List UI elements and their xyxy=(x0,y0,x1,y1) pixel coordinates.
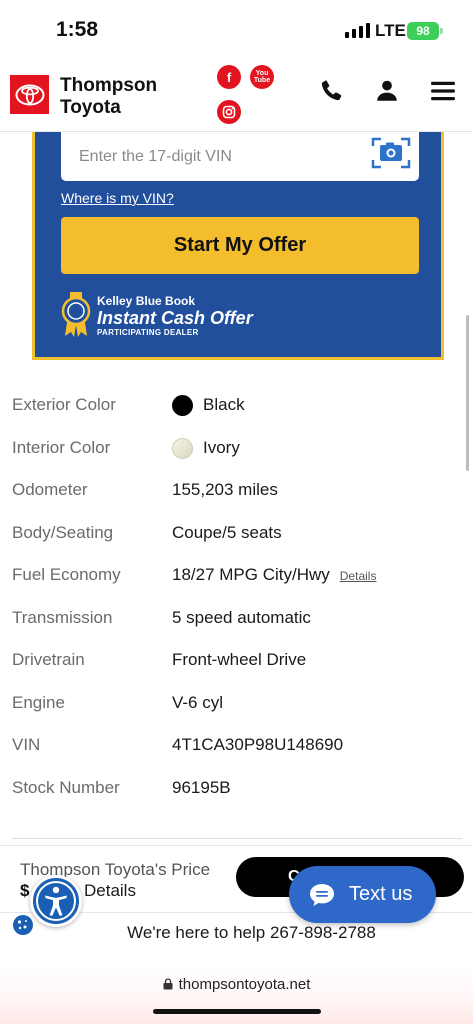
spec-label: Interior Color xyxy=(12,437,111,457)
signal-icon xyxy=(345,23,370,38)
facebook-icon[interactable]: f xyxy=(217,65,241,89)
spec-label: Engine xyxy=(12,692,65,712)
vin-input[interactable] xyxy=(61,132,419,181)
youtube-glyph: You Tube xyxy=(253,70,271,84)
chat-bubble-icon xyxy=(310,884,334,906)
toyota-logo[interactable] xyxy=(10,75,49,114)
interior-color-swatch xyxy=(172,437,193,459)
facebook-glyph: f xyxy=(226,69,232,85)
spec-value: Coupe/5 seats xyxy=(172,522,282,542)
account-icon[interactable] xyxy=(374,78,400,104)
kbb-offer-panel: Where is my VIN? Start My Offer Kelley B… xyxy=(32,132,444,360)
network-label: LTE xyxy=(375,21,406,40)
spec-value: Black xyxy=(203,395,245,414)
spec-interior-color: Interior Color Ivory xyxy=(0,426,473,469)
url-display[interactable]: thompsontoyota.net xyxy=(0,976,473,993)
site-header: Thompson Toyota f You Tube xyxy=(0,62,473,132)
kbb-dealer-note: PARTICIPATING DEALER xyxy=(97,327,199,337)
status-bar: 1:58 LTE 98 xyxy=(0,0,473,62)
status-time: 1:58 xyxy=(56,18,99,41)
spec-exterior-color: Exterior Color Black xyxy=(0,383,473,426)
spec-fuel-economy: Fuel Economy 18/27 MPG City/Hwy Details xyxy=(0,553,473,596)
vehicle-specs: Exterior Color Black Interior Color Ivor… xyxy=(0,383,473,808)
spec-value: 4T1CA30P98U148690 xyxy=(172,735,344,754)
where-is-vin-link[interactable]: Where is my VIN? xyxy=(61,190,174,206)
spec-value: 155,203 miles xyxy=(172,480,278,499)
spec-label: Fuel Economy xyxy=(12,565,121,584)
spec-value: Front-wheel Drive xyxy=(172,650,307,669)
spec-value: 5 speed automatic xyxy=(172,607,311,627)
kbb-badge-block: Kelley Blue Book Instant Cash Offer PART… xyxy=(61,292,253,338)
spec-value: V-6 cyl xyxy=(172,692,224,712)
kbb-ribbon-icon xyxy=(61,292,91,337)
cookie-icon[interactable] xyxy=(12,914,34,936)
dealer-name-line1: Thompson xyxy=(60,75,158,96)
spec-transmission: Transmission 5 speed automatic xyxy=(0,596,473,639)
battery-icon: 98 xyxy=(407,22,439,40)
youtube-icon[interactable]: You Tube xyxy=(250,65,274,89)
spec-value: 96195B xyxy=(172,777,231,797)
home-indicator[interactable] xyxy=(153,1009,321,1014)
kbb-product: Instant Cash Offer xyxy=(97,307,253,328)
spec-label: Exterior Color xyxy=(12,395,116,414)
help-text: We're here to help 267-898-2788 xyxy=(127,923,376,942)
instagram-icon[interactable] xyxy=(217,100,241,124)
instagram-glyph xyxy=(222,105,236,119)
battery-level: 98 xyxy=(416,24,430,38)
phone-icon[interactable] xyxy=(318,78,344,104)
spec-value-wrap: 18/27 MPG City/Hwy Details xyxy=(172,565,376,585)
kbb-brand: Kelley Blue Book xyxy=(97,293,196,308)
start-offer-button[interactable]: Start My Offer xyxy=(61,217,419,274)
section-divider xyxy=(12,838,462,839)
url-text: thompsontoyota.net xyxy=(178,976,311,993)
lock-icon xyxy=(163,978,173,990)
camera-scan-icon[interactable] xyxy=(371,136,411,170)
spec-drivetrain: Drivetrain Front-wheel Drive xyxy=(0,638,473,681)
spec-value: 18/27 MPG City/Hwy xyxy=(172,565,330,584)
spec-vin: VIN 4T1CA30P98U148690 xyxy=(0,723,473,766)
dealer-name-line2: Toyota xyxy=(60,97,121,118)
browser-url-bar[interactable]: thompsontoyota.net xyxy=(0,962,473,1024)
accessibility-icon xyxy=(36,881,76,921)
spec-engine: Engine V-6 cyl xyxy=(0,681,473,724)
spec-label: Stock Number xyxy=(12,777,120,797)
spec-value: Ivory xyxy=(203,437,240,457)
spec-label: VIN xyxy=(12,735,41,754)
toyota-emblem-icon xyxy=(15,84,44,105)
menu-icon[interactable] xyxy=(430,78,456,104)
spec-odometer: Odometer 155,203 miles xyxy=(0,468,473,511)
help-phone-line[interactable]: We're here to help 267-898-2788 xyxy=(0,923,473,943)
spec-stock-number: Stock Number 96195B xyxy=(0,766,473,809)
kbb-text: Kelley Blue Book Instant Cash Offer PART… xyxy=(97,294,253,337)
battery-tip xyxy=(440,28,443,34)
price-value: $ xyxy=(20,881,30,900)
spec-label: Drivetrain xyxy=(12,650,85,669)
spec-label: Transmission xyxy=(12,607,113,627)
price-details-link[interactable]: Details xyxy=(84,881,136,901)
spec-label: Body/Seating xyxy=(12,522,114,542)
accessibility-button[interactable] xyxy=(30,875,82,927)
exterior-color-swatch xyxy=(172,395,193,416)
spec-label: Odometer xyxy=(12,480,88,499)
spec-body-seating: Body/Seating Coupe/5 seats xyxy=(0,511,473,554)
dealer-name[interactable]: Thompson Toyota xyxy=(60,75,157,119)
fuel-details-link[interactable]: Details xyxy=(340,569,377,583)
